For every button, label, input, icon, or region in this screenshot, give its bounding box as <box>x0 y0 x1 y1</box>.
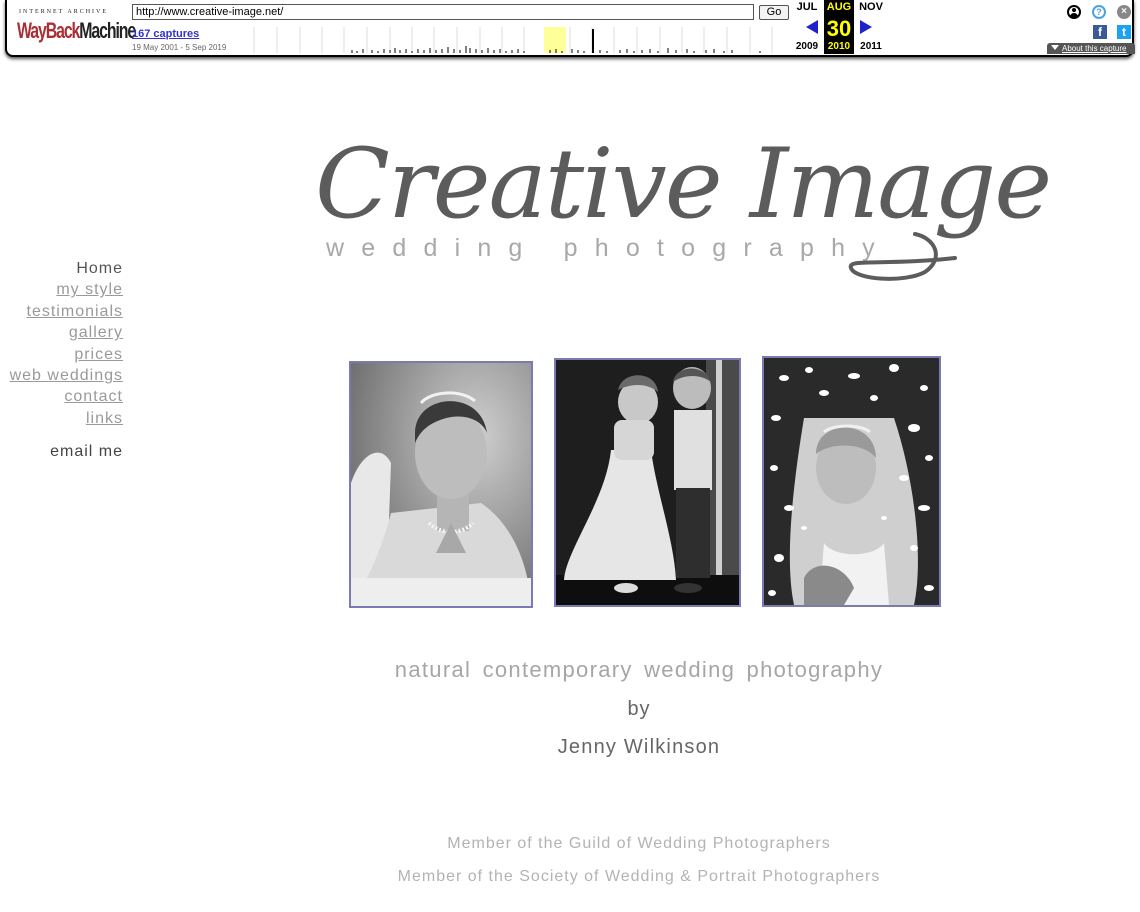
month-next[interactable]: NOV <box>856 1 886 13</box>
capture-day: 30 <box>826 16 852 41</box>
tagline: natural contemporary wedding photography <box>394 657 884 682</box>
facebook-icon[interactable]: f <box>1093 25 1107 39</box>
nav-links[interactable]: links <box>10 408 123 429</box>
help-icon[interactable]: ? <box>1092 5 1106 19</box>
month-prev[interactable]: JUL <box>792 1 822 13</box>
nav-home[interactable]: Home <box>10 258 123 279</box>
logo-subtitle: wedding photography <box>326 234 892 262</box>
by-label: by <box>627 698 651 720</box>
about-capture-button[interactable]: About this capture <box>1047 43 1135 54</box>
wayback-logo-caption: INTERNET ARCHIVE <box>19 9 109 15</box>
nav-testimonials[interactable]: testimonials <box>10 301 123 322</box>
bride-portrait-photo <box>349 361 533 608</box>
wayback-url-input[interactable] <box>132 4 754 20</box>
membership-guild: Member of the Guild of Wedding Photograp… <box>447 835 831 852</box>
twitter-icon[interactable]: t <box>1117 25 1131 39</box>
close-icon[interactable]: × <box>1117 5 1131 19</box>
go-button[interactable]: Go <box>759 5 789 20</box>
about-capture-label: About this capture <box>1062 44 1127 53</box>
nav-contact[interactable]: contact <box>10 386 123 407</box>
wayback-logo-way: WayBack <box>17 18 80 43</box>
user-account-icon[interactable] <box>1067 5 1081 19</box>
bride-confetti-photo <box>762 356 941 607</box>
logo-swash-icon <box>848 232 957 281</box>
capture-sparkline[interactable] <box>232 27 789 53</box>
email-me-link[interactable]: email me <box>10 441 123 462</box>
author-name: Jenny Wilkinson <box>557 736 721 758</box>
triangle-down-icon <box>1051 45 1059 50</box>
creative-image-logo: Creative Image wedding photography <box>315 128 1052 288</box>
year-current: 2010 <box>827 41 851 52</box>
wayback-logo-wordmark: WayBackMachine <box>17 18 136 44</box>
wayback-toolbar: INTERNET ARCHIVE WayBackMachine Go 167 c… <box>5 0 1135 57</box>
membership-society: Member of the Society of Wedding & Portr… <box>397 868 881 885</box>
wayback-logo[interactable]: INTERNET ARCHIVE WayBackMachine <box>17 6 136 48</box>
captures-link[interactable]: 167 captures <box>132 28 199 40</box>
nav-gallery[interactable]: gallery <box>10 322 123 343</box>
nav-web-weddings[interactable]: web weddings <box>10 365 123 386</box>
next-capture-arrow-icon[interactable] <box>860 20 872 34</box>
nav-prices[interactable]: prices <box>10 344 123 365</box>
children-kiss-photo <box>554 358 741 607</box>
month-current: AUG <box>826 1 852 13</box>
wayback-logo-machine: Machine <box>79 18 136 43</box>
site-navigation: Home my style testimonials gallery price… <box>10 258 123 462</box>
prev-capture-arrow-icon[interactable] <box>806 20 818 34</box>
capture-date-range: 19 May 2001 - 5 Sep 2019 <box>132 43 227 52</box>
nav-my-style[interactable]: my style <box>10 279 123 300</box>
year-next[interactable]: 2011 <box>856 41 886 52</box>
logo-script-text: Creative Image <box>315 128 1052 240</box>
year-prev[interactable]: 2009 <box>792 41 822 52</box>
